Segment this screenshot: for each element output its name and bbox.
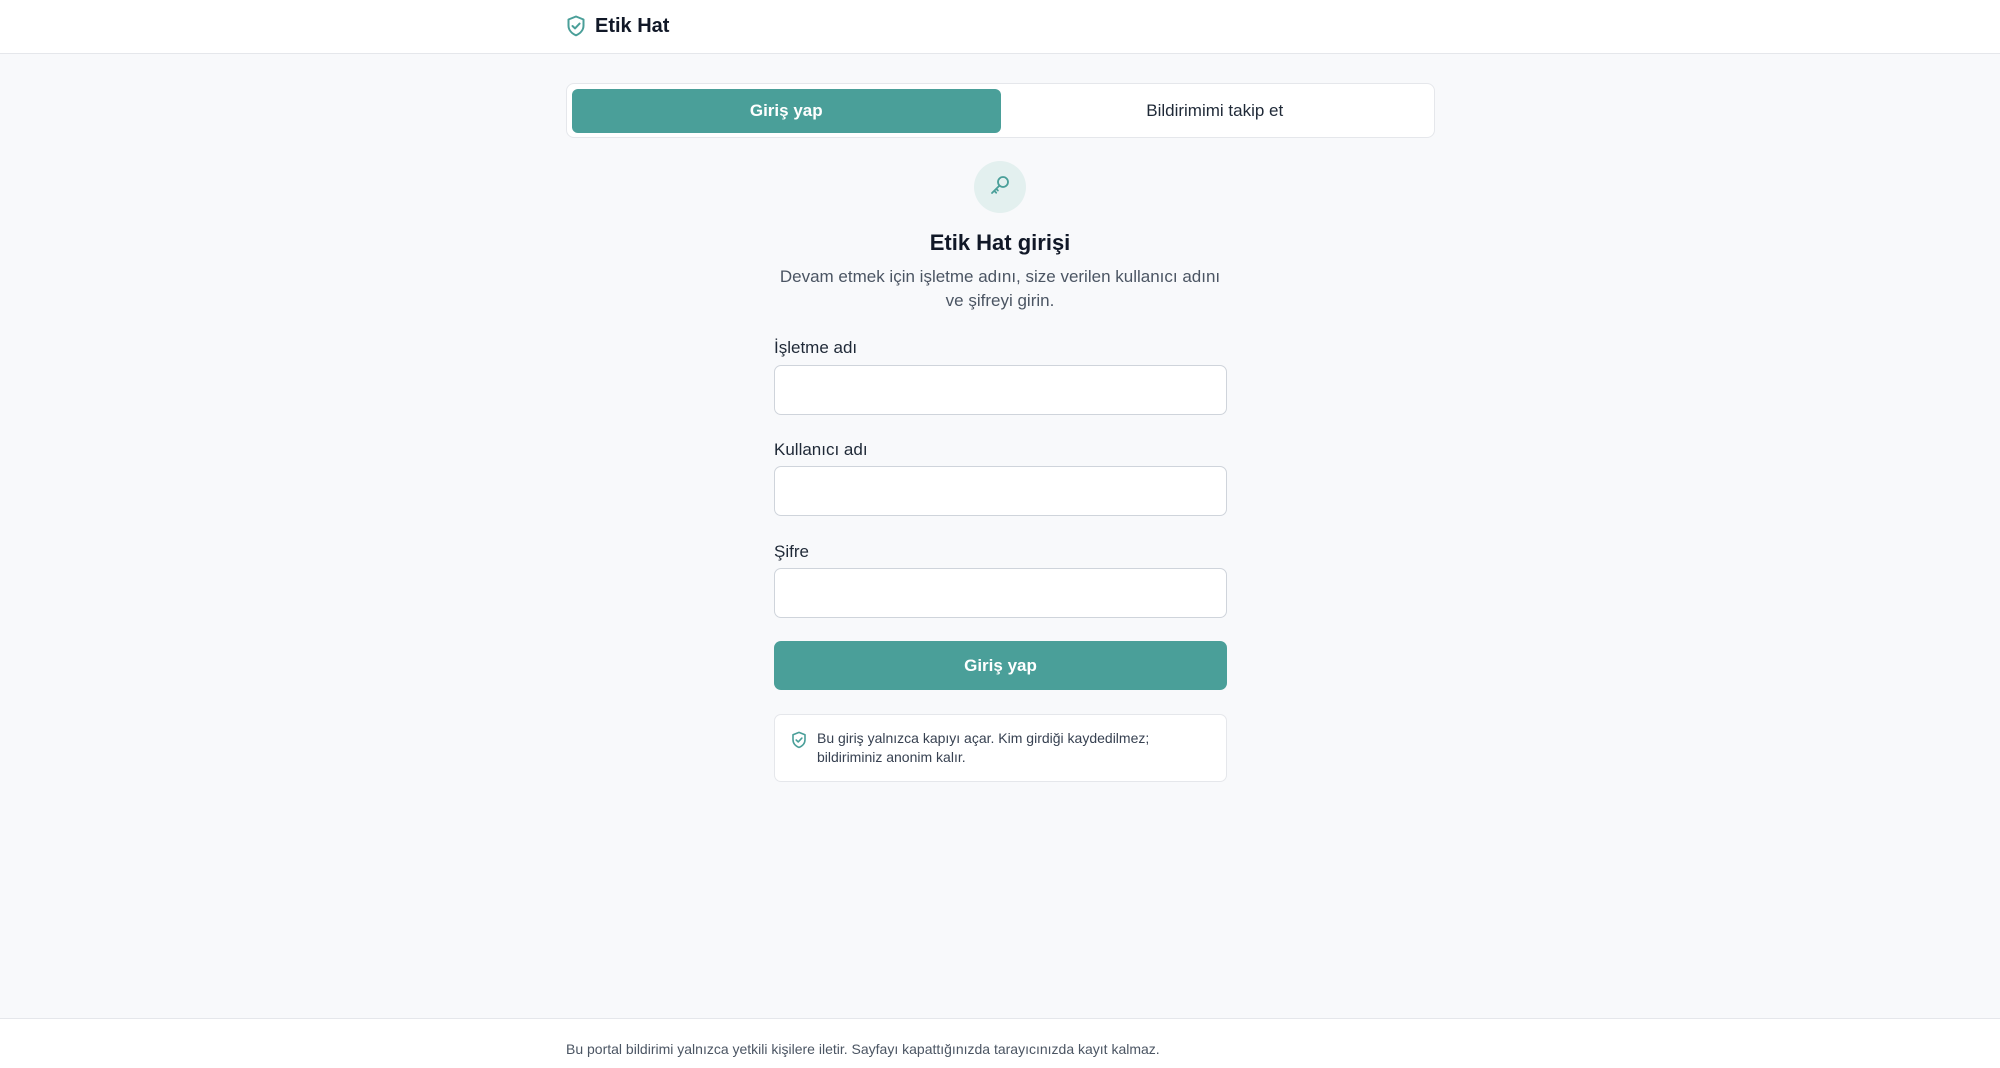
password-input[interactable] [774,568,1227,618]
key-icon-badge [974,161,1026,213]
shield-check-icon [791,729,807,781]
brand-name: Etik Hat [595,14,670,37]
login-title: Etik Hat girişi [929,230,1071,255]
privacy-notice-text: Bu giriş yalnızca kapıyı açar. Kim girdi… [817,730,1150,765]
tab-track-report[interactable]: Bildirimimi takip et [1001,89,1430,133]
key-icon [988,173,1012,202]
login-submit-button[interactable]: Giriş yap [774,641,1227,690]
privacy-notice: Bu giriş yalnızca kapıyı açar. Kim girdi… [774,714,1227,782]
business-name-input[interactable] [774,365,1227,415]
shield-check-icon [566,15,586,37]
username-input[interactable] [774,466,1227,516]
business-name-label: İşletme adı [774,338,858,357]
tab-login[interactable]: Giriş yap [572,89,1001,133]
footer: Bu portal bildirimi yalnızca yetkili kiş… [0,1018,2000,1068]
login-subtitle: Devam etmek için işletme adını, size ver… [779,267,1221,310]
password-label: Şifre [774,542,809,561]
footer-text: Bu portal bildirimi yalnızca yetkili kiş… [566,1041,1160,1057]
top-bar: Etik Hat [0,0,2000,54]
tab-bar: Giriş yap Bildirimimi takip et [566,83,1435,138]
brand[interactable]: Etik Hat [566,12,669,40]
username-label: Kullanıcı adı [774,440,868,459]
